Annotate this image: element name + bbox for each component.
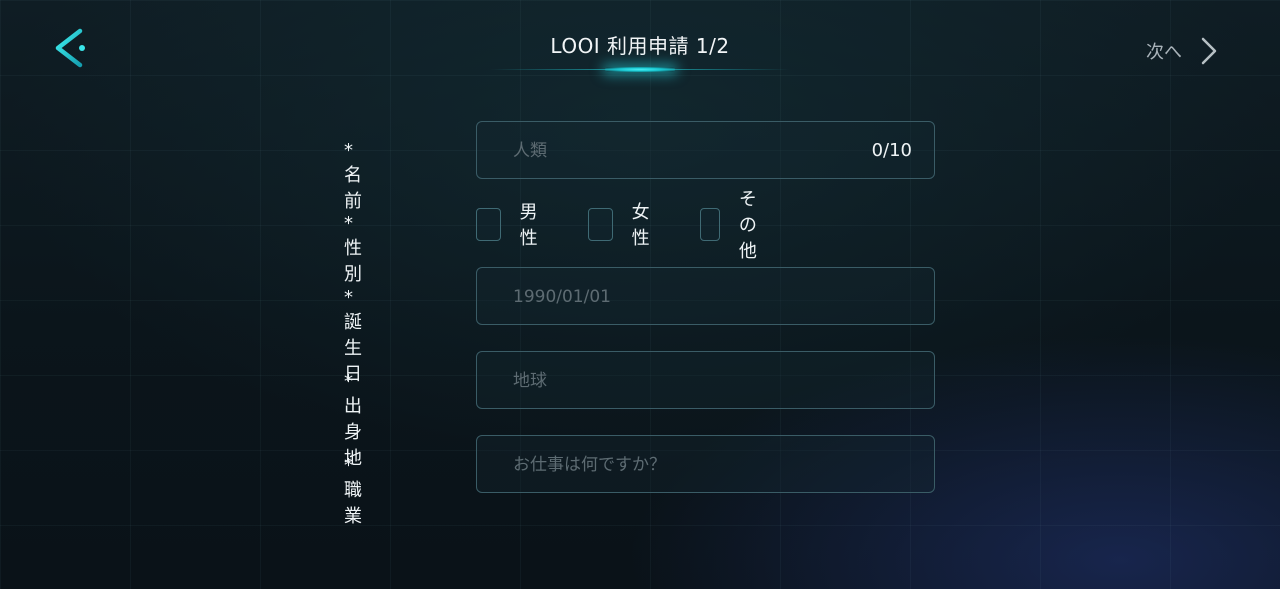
birthday-field-container (476, 267, 935, 326)
next-button[interactable]: 次へ (1146, 36, 1218, 66)
name-label: * 名前 (344, 140, 362, 212)
gender-male-checkbox[interactable] (476, 207, 501, 241)
name-input[interactable] (511, 122, 845, 180)
chevron-right-icon (1201, 37, 1217, 65)
next-label: 次へ (1146, 42, 1182, 63)
gender-option-other[interactable]: その他 (700, 185, 770, 263)
page-title: LOOI 利用申請 1/2 (550, 34, 730, 58)
occupation-label: * 職業 (344, 455, 362, 527)
birthplace-field-container (476, 351, 935, 410)
occupation-field-container (476, 435, 935, 494)
occupation-input[interactable] (511, 436, 845, 494)
name-field-container: 0/10 (476, 121, 935, 180)
gender-option-label: 女性 (631, 202, 650, 249)
gender-female-checkbox[interactable] (588, 207, 613, 241)
gender-option-male[interactable]: 男性 (476, 198, 546, 250)
gender-options: 男性 女性 その他 (476, 189, 812, 262)
birthplace-input[interactable] (511, 352, 845, 410)
gender-option-label: その他 (738, 189, 757, 262)
gender-option-label: 男性 (519, 202, 538, 249)
name-char-counter: 0/10 (871, 140, 912, 161)
gender-other-checkbox[interactable] (700, 207, 720, 241)
gender-option-female[interactable]: 女性 (588, 198, 658, 250)
birthday-input[interactable] (511, 268, 845, 326)
title-underline-glow (490, 66, 790, 76)
gender-label: * 性別 (344, 213, 362, 285)
